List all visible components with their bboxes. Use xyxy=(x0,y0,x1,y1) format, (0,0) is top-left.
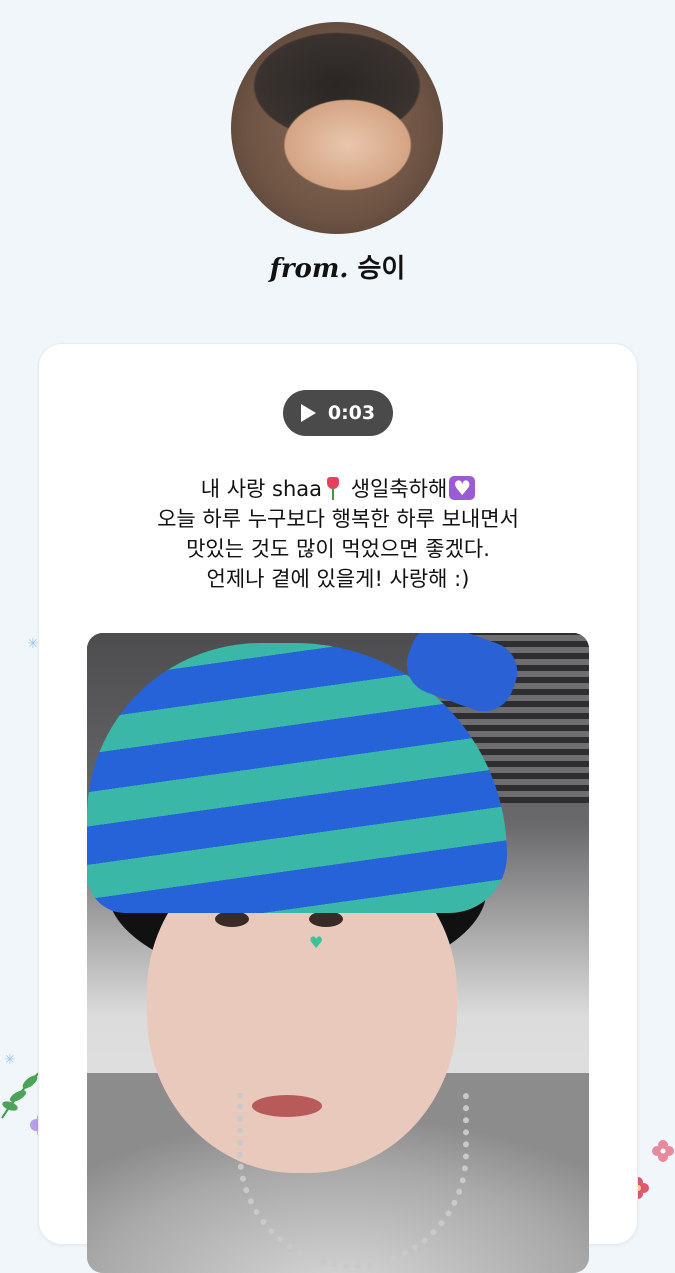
message-line: 언제나 곁에 있을게! 사랑해 :) xyxy=(206,567,470,591)
message-line: 내 사랑 shaa 생일축하해 xyxy=(39,474,637,504)
play-icon xyxy=(300,404,316,422)
attached-photo[interactable]: ♥ xyxy=(87,633,589,1273)
heart-sticker-icon: ♥ xyxy=(309,933,324,952)
from-prefix: from. xyxy=(269,254,349,284)
voice-duration: 0:03 xyxy=(327,402,376,424)
voice-play-button[interactable]: 0:03 xyxy=(283,390,393,436)
flower-decoration xyxy=(652,1140,674,1162)
message-text: 내 사랑 shaa xyxy=(200,477,323,501)
letter-card: 0:03 내 사랑 shaa 생일축하해 오늘 하루 누구보다 행복한 하루 보… xyxy=(38,343,638,1273)
letter-message: 내 사랑 shaa 생일축하해 오늘 하루 누구보다 행복한 하루 보내면서 맛… xyxy=(39,474,637,594)
sender-label: from. 승이 xyxy=(0,248,675,285)
tulip-icon xyxy=(324,476,342,500)
sender-name: 승이 xyxy=(357,254,406,284)
sparkle-decoration: ✳ xyxy=(27,636,39,652)
message-line: 오늘 하루 누구보다 행복한 하루 보내면서 xyxy=(157,507,519,531)
sender-avatar xyxy=(231,22,443,234)
heart-icon xyxy=(449,475,476,501)
message-text: 생일축하해 xyxy=(344,477,448,501)
message-line: 맛있는 것도 많이 먹었으면 좋겠다. xyxy=(186,537,490,561)
